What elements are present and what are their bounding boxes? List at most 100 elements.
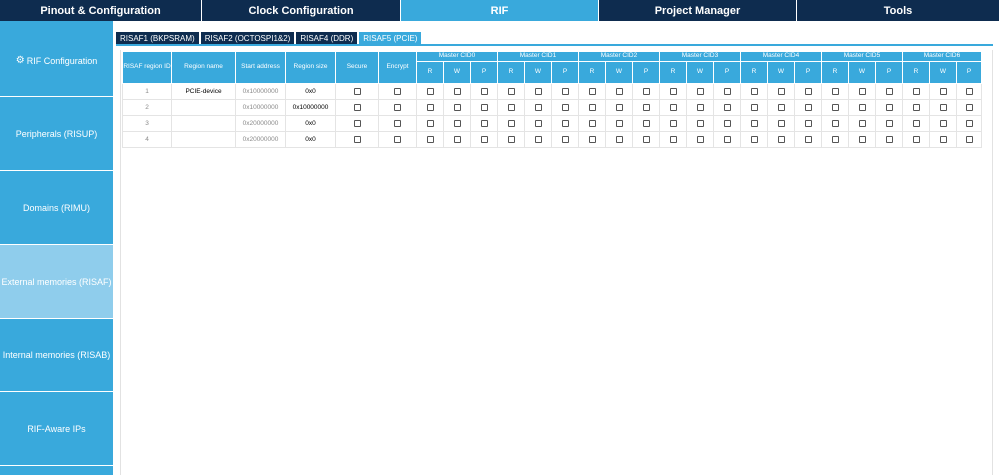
cid5-p-checkbox[interactable] — [885, 135, 893, 143]
cid3-p-checkbox[interactable] — [723, 103, 731, 111]
cid1-r-checkbox[interactable] — [507, 119, 515, 127]
cid5-r-checkbox[interactable] — [831, 87, 839, 95]
cid6-r-checkbox[interactable] — [912, 119, 920, 127]
cid4-p-checkbox[interactable] — [804, 119, 812, 127]
subtab-risaf4[interactable]: RISAF4 (DDR) — [296, 32, 358, 44]
region-size-cell[interactable]: 0x0 — [285, 115, 336, 132]
cid1-w-checkbox[interactable] — [534, 87, 542, 95]
cid3-w-checkbox[interactable] — [696, 87, 704, 95]
cid4-r-checkbox[interactable] — [750, 119, 758, 127]
cid6-p-checkbox[interactable] — [965, 87, 973, 95]
sidebar-item-rif-aware-ips[interactable]: RIF-Aware IPs — [0, 392, 113, 466]
cid5-p-checkbox[interactable] — [885, 103, 893, 111]
sidebar-item-internal-memories[interactable]: Internal memories (RISAB) — [0, 319, 113, 392]
cid4-p-checkbox[interactable] — [804, 135, 812, 143]
cid6-w-checkbox[interactable] — [939, 135, 947, 143]
cid3-p-checkbox[interactable] — [723, 119, 731, 127]
cid5-r-checkbox[interactable] — [831, 119, 839, 127]
cid0-r-checkbox[interactable] — [426, 103, 434, 111]
tab-clock-configuration[interactable]: Clock Configuration — [202, 0, 401, 21]
cid1-r-checkbox[interactable] — [507, 135, 515, 143]
cid4-w-checkbox[interactable] — [777, 103, 785, 111]
cid4-p-checkbox[interactable] — [804, 87, 812, 95]
start-address-cell[interactable]: 0x20000000 — [235, 115, 286, 132]
cid2-r-checkbox[interactable] — [588, 135, 596, 143]
region-id-cell[interactable]: 1 — [122, 83, 172, 100]
cid0-w-checkbox[interactable] — [453, 87, 461, 95]
cid2-p-checkbox[interactable] — [642, 119, 650, 127]
cid5-w-checkbox[interactable] — [858, 119, 866, 127]
region-size-cell[interactable]: 0x10000000 — [285, 99, 336, 116]
cid3-r-checkbox[interactable] — [669, 87, 677, 95]
cid1-w-checkbox[interactable] — [534, 103, 542, 111]
encrypt-checkbox[interactable] — [394, 87, 401, 95]
cid4-w-checkbox[interactable] — [777, 119, 785, 127]
cid0-w-checkbox[interactable] — [453, 103, 461, 111]
cid0-p-checkbox[interactable] — [480, 103, 488, 111]
sidebar-item-rif-configuration[interactable]: ⚙ RIF Configuration — [0, 25, 113, 97]
cid1-p-checkbox[interactable] — [561, 135, 569, 143]
cid3-p-checkbox[interactable] — [723, 135, 731, 143]
cid6-w-checkbox[interactable] — [939, 87, 947, 95]
region-name-cell[interactable] — [171, 115, 236, 132]
cid0-w-checkbox[interactable] — [453, 119, 461, 127]
cid5-w-checkbox[interactable] — [858, 135, 866, 143]
cid3-w-checkbox[interactable] — [696, 119, 704, 127]
cid1-r-checkbox[interactable] — [507, 87, 515, 95]
cid0-p-checkbox[interactable] — [480, 87, 488, 95]
cid0-r-checkbox[interactable] — [426, 135, 434, 143]
cid0-r-checkbox[interactable] — [426, 87, 434, 95]
sidebar-item-domains[interactable]: Domains (RIMU) — [0, 171, 113, 245]
start-address-cell[interactable]: 0x10000000 — [235, 99, 286, 116]
cid2-r-checkbox[interactable] — [588, 103, 596, 111]
cid1-p-checkbox[interactable] — [561, 87, 569, 95]
cid5-p-checkbox[interactable] — [885, 119, 893, 127]
cid1-w-checkbox[interactable] — [534, 119, 542, 127]
region-id-cell[interactable]: 4 — [122, 131, 172, 148]
cid6-r-checkbox[interactable] — [912, 135, 920, 143]
cid6-w-checkbox[interactable] — [939, 119, 947, 127]
encrypt-checkbox[interactable] — [394, 103, 401, 111]
encrypt-checkbox[interactable] — [394, 119, 401, 127]
region-size-cell[interactable]: 0x0 — [285, 131, 336, 148]
region-size-cell[interactable]: 0x0 — [285, 83, 336, 100]
cid5-r-checkbox[interactable] — [831, 135, 839, 143]
encrypt-checkbox[interactable] — [394, 135, 401, 143]
cid2-w-checkbox[interactable] — [615, 135, 623, 143]
cid3-r-checkbox[interactable] — [669, 103, 677, 111]
cid4-w-checkbox[interactable] — [777, 87, 785, 95]
region-name-cell[interactable] — [171, 131, 236, 148]
cid4-r-checkbox[interactable] — [750, 103, 758, 111]
cid6-p-checkbox[interactable] — [965, 135, 973, 143]
cid3-r-checkbox[interactable] — [669, 135, 677, 143]
tab-pinout-configuration[interactable]: Pinout & Configuration — [0, 0, 202, 21]
cid4-w-checkbox[interactable] — [777, 135, 785, 143]
tab-project-manager[interactable]: Project Manager — [599, 0, 797, 21]
tab-rif[interactable]: RIF — [401, 0, 599, 21]
sidebar-item-external-memories[interactable]: External memories (RISAF) — [0, 245, 113, 319]
secure-checkbox[interactable] — [353, 87, 361, 95]
secure-checkbox[interactable] — [353, 119, 361, 127]
cid3-r-checkbox[interactable] — [669, 119, 677, 127]
cid2-p-checkbox[interactable] — [642, 135, 650, 143]
cid2-p-checkbox[interactable] — [642, 103, 650, 111]
subtab-risaf2[interactable]: RISAF2 (OCTOSPI1&2) — [200, 32, 295, 44]
cid1-w-checkbox[interactable] — [534, 135, 542, 143]
cid0-p-checkbox[interactable] — [480, 135, 488, 143]
cid4-r-checkbox[interactable] — [750, 87, 758, 95]
tab-tools[interactable]: Tools — [797, 0, 999, 21]
cid5-r-checkbox[interactable] — [831, 103, 839, 111]
cid4-p-checkbox[interactable] — [804, 103, 812, 111]
cid6-w-checkbox[interactable] — [939, 103, 947, 111]
cid2-w-checkbox[interactable] — [615, 87, 623, 95]
cid0-w-checkbox[interactable] — [453, 135, 461, 143]
cid6-p-checkbox[interactable] — [965, 103, 973, 111]
start-address-cell[interactable]: 0x20000000 — [235, 131, 286, 148]
cid5-w-checkbox[interactable] — [858, 103, 866, 111]
cid3-p-checkbox[interactable] — [723, 87, 731, 95]
cid1-r-checkbox[interactable] — [507, 103, 515, 111]
secure-checkbox[interactable] — [353, 135, 361, 143]
start-address-cell[interactable]: 0x10000000 — [235, 83, 286, 100]
cid2-r-checkbox[interactable] — [588, 87, 596, 95]
subtab-risaf1[interactable]: RISAF1 (BKPSRAM) — [116, 32, 199, 44]
